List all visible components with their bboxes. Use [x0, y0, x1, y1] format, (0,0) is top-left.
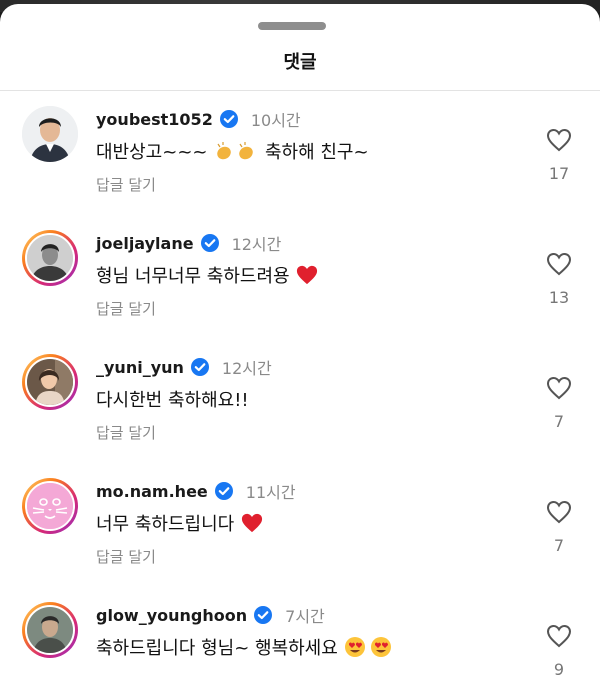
verified-badge-icon: [214, 482, 233, 500]
comment-time: 12시간: [231, 235, 282, 254]
verified-badge-icon: [254, 606, 273, 624]
like-count: 17: [548, 164, 570, 183]
comment-username[interactable]: youbest1052: [96, 110, 213, 129]
reply-button[interactable]: 답글 달기: [96, 174, 156, 195]
comment-text: 다시한번 축하해요!!: [96, 390, 249, 411]
comment-text: 축하드립니다 형님~ 행복하세요: [96, 638, 338, 659]
like-count: 7: [553, 536, 565, 555]
comment-item: glow_younghoon 7시간 축하드립니다 형님~ 행복하세요 9: [0, 602, 600, 684]
comment-username[interactable]: _yuni_yun: [96, 358, 184, 377]
comment-username[interactable]: joeljaylane: [96, 234, 194, 253]
divider: [0, 90, 600, 91]
drag-handle[interactable]: [258, 22, 326, 30]
verified-badge-icon: [200, 234, 219, 252]
heart-outline-icon[interactable]: [546, 500, 572, 524]
comment-text-row: 축하드립니다 형님~ 행복하세요: [96, 634, 394, 660]
comment-time: 12시간: [221, 359, 272, 378]
avatar[interactable]: [22, 478, 78, 534]
comment-text: 형님 너무너무 축하드려용: [96, 266, 290, 287]
like-count: 13: [548, 288, 570, 307]
comment-username[interactable]: glow_younghoon: [96, 606, 247, 625]
heart-eyes-emoji: [344, 637, 391, 657]
comment-item: youbest1052 10시간 대반상고~~~ 축하해 친구~ 답글 달기 1…: [0, 106, 600, 216]
comment-text: 너무 축하드립니다: [96, 514, 235, 535]
reply-button[interactable]: 답글 달기: [96, 546, 156, 567]
comment-text: 대반상고~~~: [96, 142, 208, 163]
comment-item: joeljaylane 12시간 형님 너무너무 축하드려용 답글 달기 13: [0, 230, 600, 340]
comment-text-row: 대반상고~~~ 축하해 친구~: [96, 138, 369, 164]
clapping-hands-emoji: [217, 142, 253, 160]
reply-button[interactable]: 답글 달기: [96, 422, 156, 443]
heart-outline-icon[interactable]: [546, 376, 572, 400]
comment-item: mo.nam.hee 11시간 너무 축하드립니다 답글 달기 7: [0, 478, 600, 588]
comments-sheet: 댓글 youbest1052 10시간 대반상고~~~ 축하해 친구~ 답글 달…: [0, 4, 600, 684]
comment-time: 7시간: [285, 607, 325, 626]
heart-outline-icon[interactable]: [546, 128, 572, 152]
comment-text-row: 형님 너무너무 축하드려용: [96, 262, 319, 288]
heart-outline-icon[interactable]: [546, 624, 572, 648]
red-heart-emoji: [297, 265, 318, 285]
heart-outline-icon[interactable]: [546, 252, 572, 276]
comment-time: 10시간: [250, 111, 301, 130]
avatar[interactable]: [22, 230, 78, 286]
comment-time: 11시간: [245, 483, 296, 502]
comment-text-row: 너무 축하드립니다: [96, 510, 264, 536]
avatar[interactable]: [22, 602, 78, 658]
avatar[interactable]: [22, 354, 78, 410]
verified-badge-icon: [219, 110, 238, 128]
sheet-title: 댓글: [283, 52, 317, 73]
like-count: 7: [553, 412, 565, 431]
avatar[interactable]: [22, 106, 78, 162]
red-heart-emoji: [241, 513, 263, 533]
comment-text-end: 축하해 친구~: [264, 142, 369, 163]
comment-username[interactable]: mo.nam.hee: [96, 482, 208, 501]
reply-button[interactable]: 답글 달기: [96, 298, 156, 319]
verified-badge-icon: [190, 358, 209, 376]
comment-item: _yuni_yun 12시간 다시한번 축하해요!! 답글 달기 7: [0, 354, 600, 464]
